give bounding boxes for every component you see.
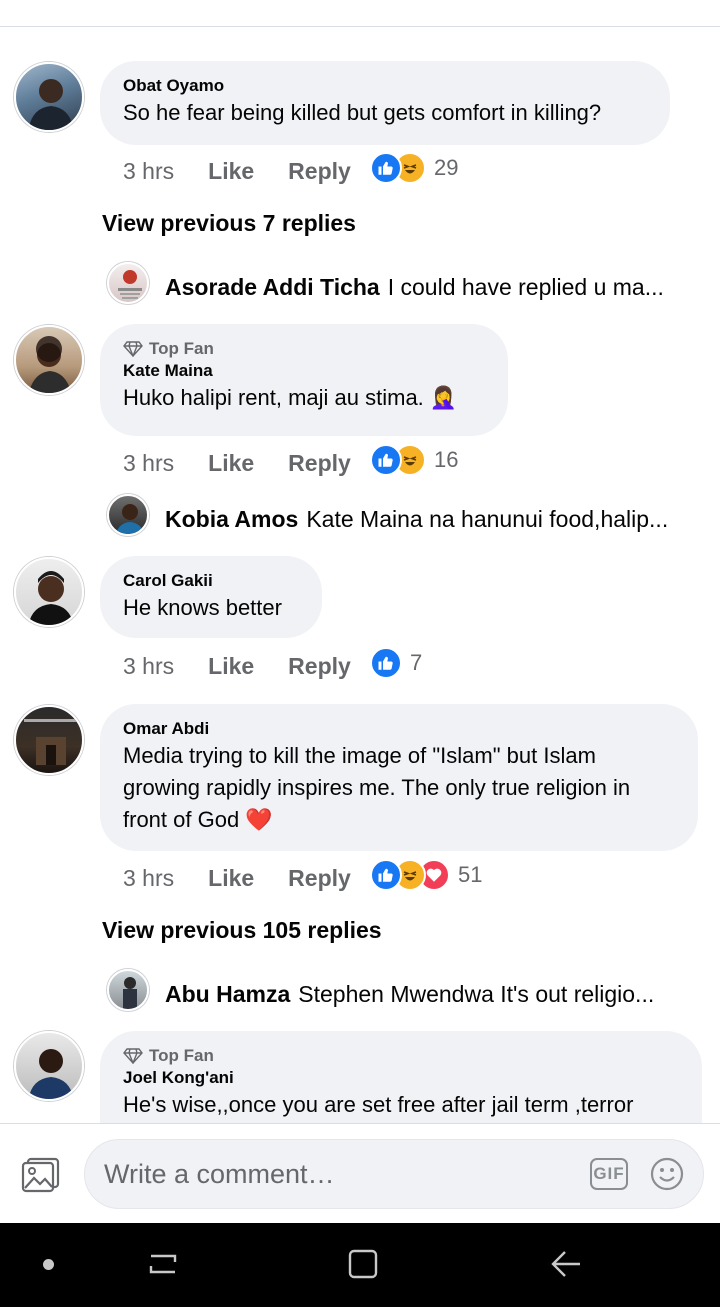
reply-author[interactable]: Abu Hamza bbox=[165, 981, 290, 1007]
photo-icon[interactable] bbox=[21, 1157, 61, 1193]
reply-button[interactable]: Reply bbox=[288, 865, 351, 892]
view-previous-replies[interactable]: View previous 7 replies bbox=[102, 210, 356, 237]
comment-bubble[interactable]: Top Fan Joel Kong'ani He's wise,,once yo… bbox=[100, 1031, 702, 1123]
reply-preview[interactable]: Kobia Amos Kate Maina na hanunui food,hal… bbox=[165, 506, 685, 533]
top-fan-badge: Top Fan bbox=[123, 1045, 679, 1067]
reaction-summary[interactable]: 29 bbox=[370, 150, 458, 186]
comment-input[interactable]: Write a comment… GIF bbox=[84, 1139, 704, 1209]
comment-composer: Write a comment… GIF bbox=[0, 1123, 720, 1223]
avatar[interactable] bbox=[14, 62, 84, 132]
avatar[interactable] bbox=[14, 705, 84, 775]
diamond-icon bbox=[123, 341, 143, 357]
avatar[interactable] bbox=[14, 325, 84, 395]
comment-actions: 3 hrs Like Reply bbox=[123, 648, 385, 684]
like-reaction-icon bbox=[370, 859, 402, 891]
view-previous-replies[interactable]: View previous 105 replies bbox=[102, 917, 382, 944]
reply-button[interactable]: Reply bbox=[288, 158, 351, 185]
reply-author[interactable]: Asorade Addi Ticha bbox=[165, 274, 380, 300]
commenter-name[interactable]: Omar Abdi bbox=[123, 718, 675, 740]
comment-text: He's wise,,once you are set free after j… bbox=[123, 1092, 634, 1117]
avatar[interactable] bbox=[14, 557, 84, 627]
system-navigation-bar bbox=[0, 1223, 720, 1307]
reaction-count: 7 bbox=[410, 650, 423, 675]
badge-label: Top Fan bbox=[149, 339, 214, 358]
reply-text: I could have replied u ma... bbox=[387, 274, 664, 300]
comment-time[interactable]: 3 hrs bbox=[123, 653, 174, 680]
reply-preview[interactable]: Asorade Addi Ticha I could have replied u… bbox=[165, 274, 685, 301]
comment-text: Huko halipi rent, maji au stima. 🤦‍♀️ bbox=[123, 385, 458, 410]
reaction-count: 29 bbox=[434, 155, 459, 180]
gif-button[interactable]: GIF bbox=[590, 1158, 628, 1190]
reply-button[interactable]: Reply bbox=[288, 450, 351, 477]
comment-actions: 3 hrs Like Reply bbox=[123, 445, 385, 481]
like-reaction-icon bbox=[370, 444, 402, 476]
comment-bubble[interactable]: Top Fan Kate Maina Huko halipi rent, maj… bbox=[100, 324, 508, 436]
comment-actions: 3 hrs Like Reply bbox=[123, 860, 385, 896]
reaction-count: 16 bbox=[434, 447, 459, 472]
like-button[interactable]: Like bbox=[208, 865, 254, 892]
reply-preview[interactable]: Abu Hamza Stephen Mwendwa It's out religi… bbox=[165, 981, 685, 1008]
comment-text: Media trying to kill the image of "Islam… bbox=[123, 743, 631, 832]
comment-placeholder: Write a comment… bbox=[104, 1159, 335, 1189]
comment-text: He knows better bbox=[123, 595, 282, 620]
like-button[interactable]: Like bbox=[208, 158, 254, 185]
commenter-name[interactable]: Joel Kong'ani bbox=[123, 1067, 679, 1089]
back-icon[interactable] bbox=[549, 1248, 583, 1280]
comment-bubble[interactable]: Carol Gakii He knows better bbox=[100, 556, 322, 638]
reaction-count: 51 bbox=[458, 862, 483, 887]
like-reaction-icon bbox=[370, 647, 402, 679]
reply-text: Stephen Mwendwa It's out religio... bbox=[298, 981, 655, 1007]
reply-text: Kate Maina na hanunui food,halip... bbox=[306, 506, 669, 532]
comment-bubble[interactable]: Omar Abdi Media trying to kill the image… bbox=[100, 704, 698, 851]
comment-time[interactable]: 3 hrs bbox=[123, 158, 174, 185]
reaction-summary[interactable]: 51 bbox=[370, 857, 482, 893]
comments-feed[interactable]: Obat Oyamo So he fear being killed but g… bbox=[0, 27, 720, 1123]
home-icon[interactable] bbox=[346, 1247, 380, 1281]
badge-label: Top Fan bbox=[149, 1046, 214, 1065]
comment-actions: 3 hrs Like Reply bbox=[123, 153, 385, 189]
commenter-name[interactable]: Obat Oyamo bbox=[123, 75, 647, 97]
commenter-name[interactable]: Carol Gakii bbox=[123, 570, 299, 592]
avatar[interactable] bbox=[107, 494, 149, 536]
avatar[interactable] bbox=[14, 1031, 84, 1101]
reaction-summary[interactable]: 7 bbox=[370, 645, 422, 681]
like-reaction-icon bbox=[370, 152, 402, 184]
assistant-dot-icon[interactable] bbox=[43, 1259, 54, 1270]
reaction-summary[interactable]: 16 bbox=[370, 442, 458, 478]
avatar[interactable] bbox=[107, 969, 149, 1011]
emoji-icon[interactable] bbox=[650, 1157, 684, 1191]
reply-author[interactable]: Kobia Amos bbox=[165, 506, 298, 532]
like-button[interactable]: Like bbox=[208, 653, 254, 680]
comment-bubble[interactable]: Obat Oyamo So he fear being killed but g… bbox=[100, 61, 670, 145]
like-button[interactable]: Like bbox=[208, 450, 254, 477]
recent-apps-icon[interactable] bbox=[145, 1246, 181, 1282]
commenter-name[interactable]: Kate Maina bbox=[123, 360, 485, 382]
comment-time[interactable]: 3 hrs bbox=[123, 450, 174, 477]
top-fan-badge: Top Fan bbox=[123, 338, 485, 360]
comment-time[interactable]: 3 hrs bbox=[123, 865, 174, 892]
diamond-icon bbox=[123, 1048, 143, 1064]
reply-button[interactable]: Reply bbox=[288, 653, 351, 680]
comment-text: So he fear being killed but gets comfort… bbox=[123, 100, 602, 125]
avatar[interactable] bbox=[107, 262, 149, 304]
